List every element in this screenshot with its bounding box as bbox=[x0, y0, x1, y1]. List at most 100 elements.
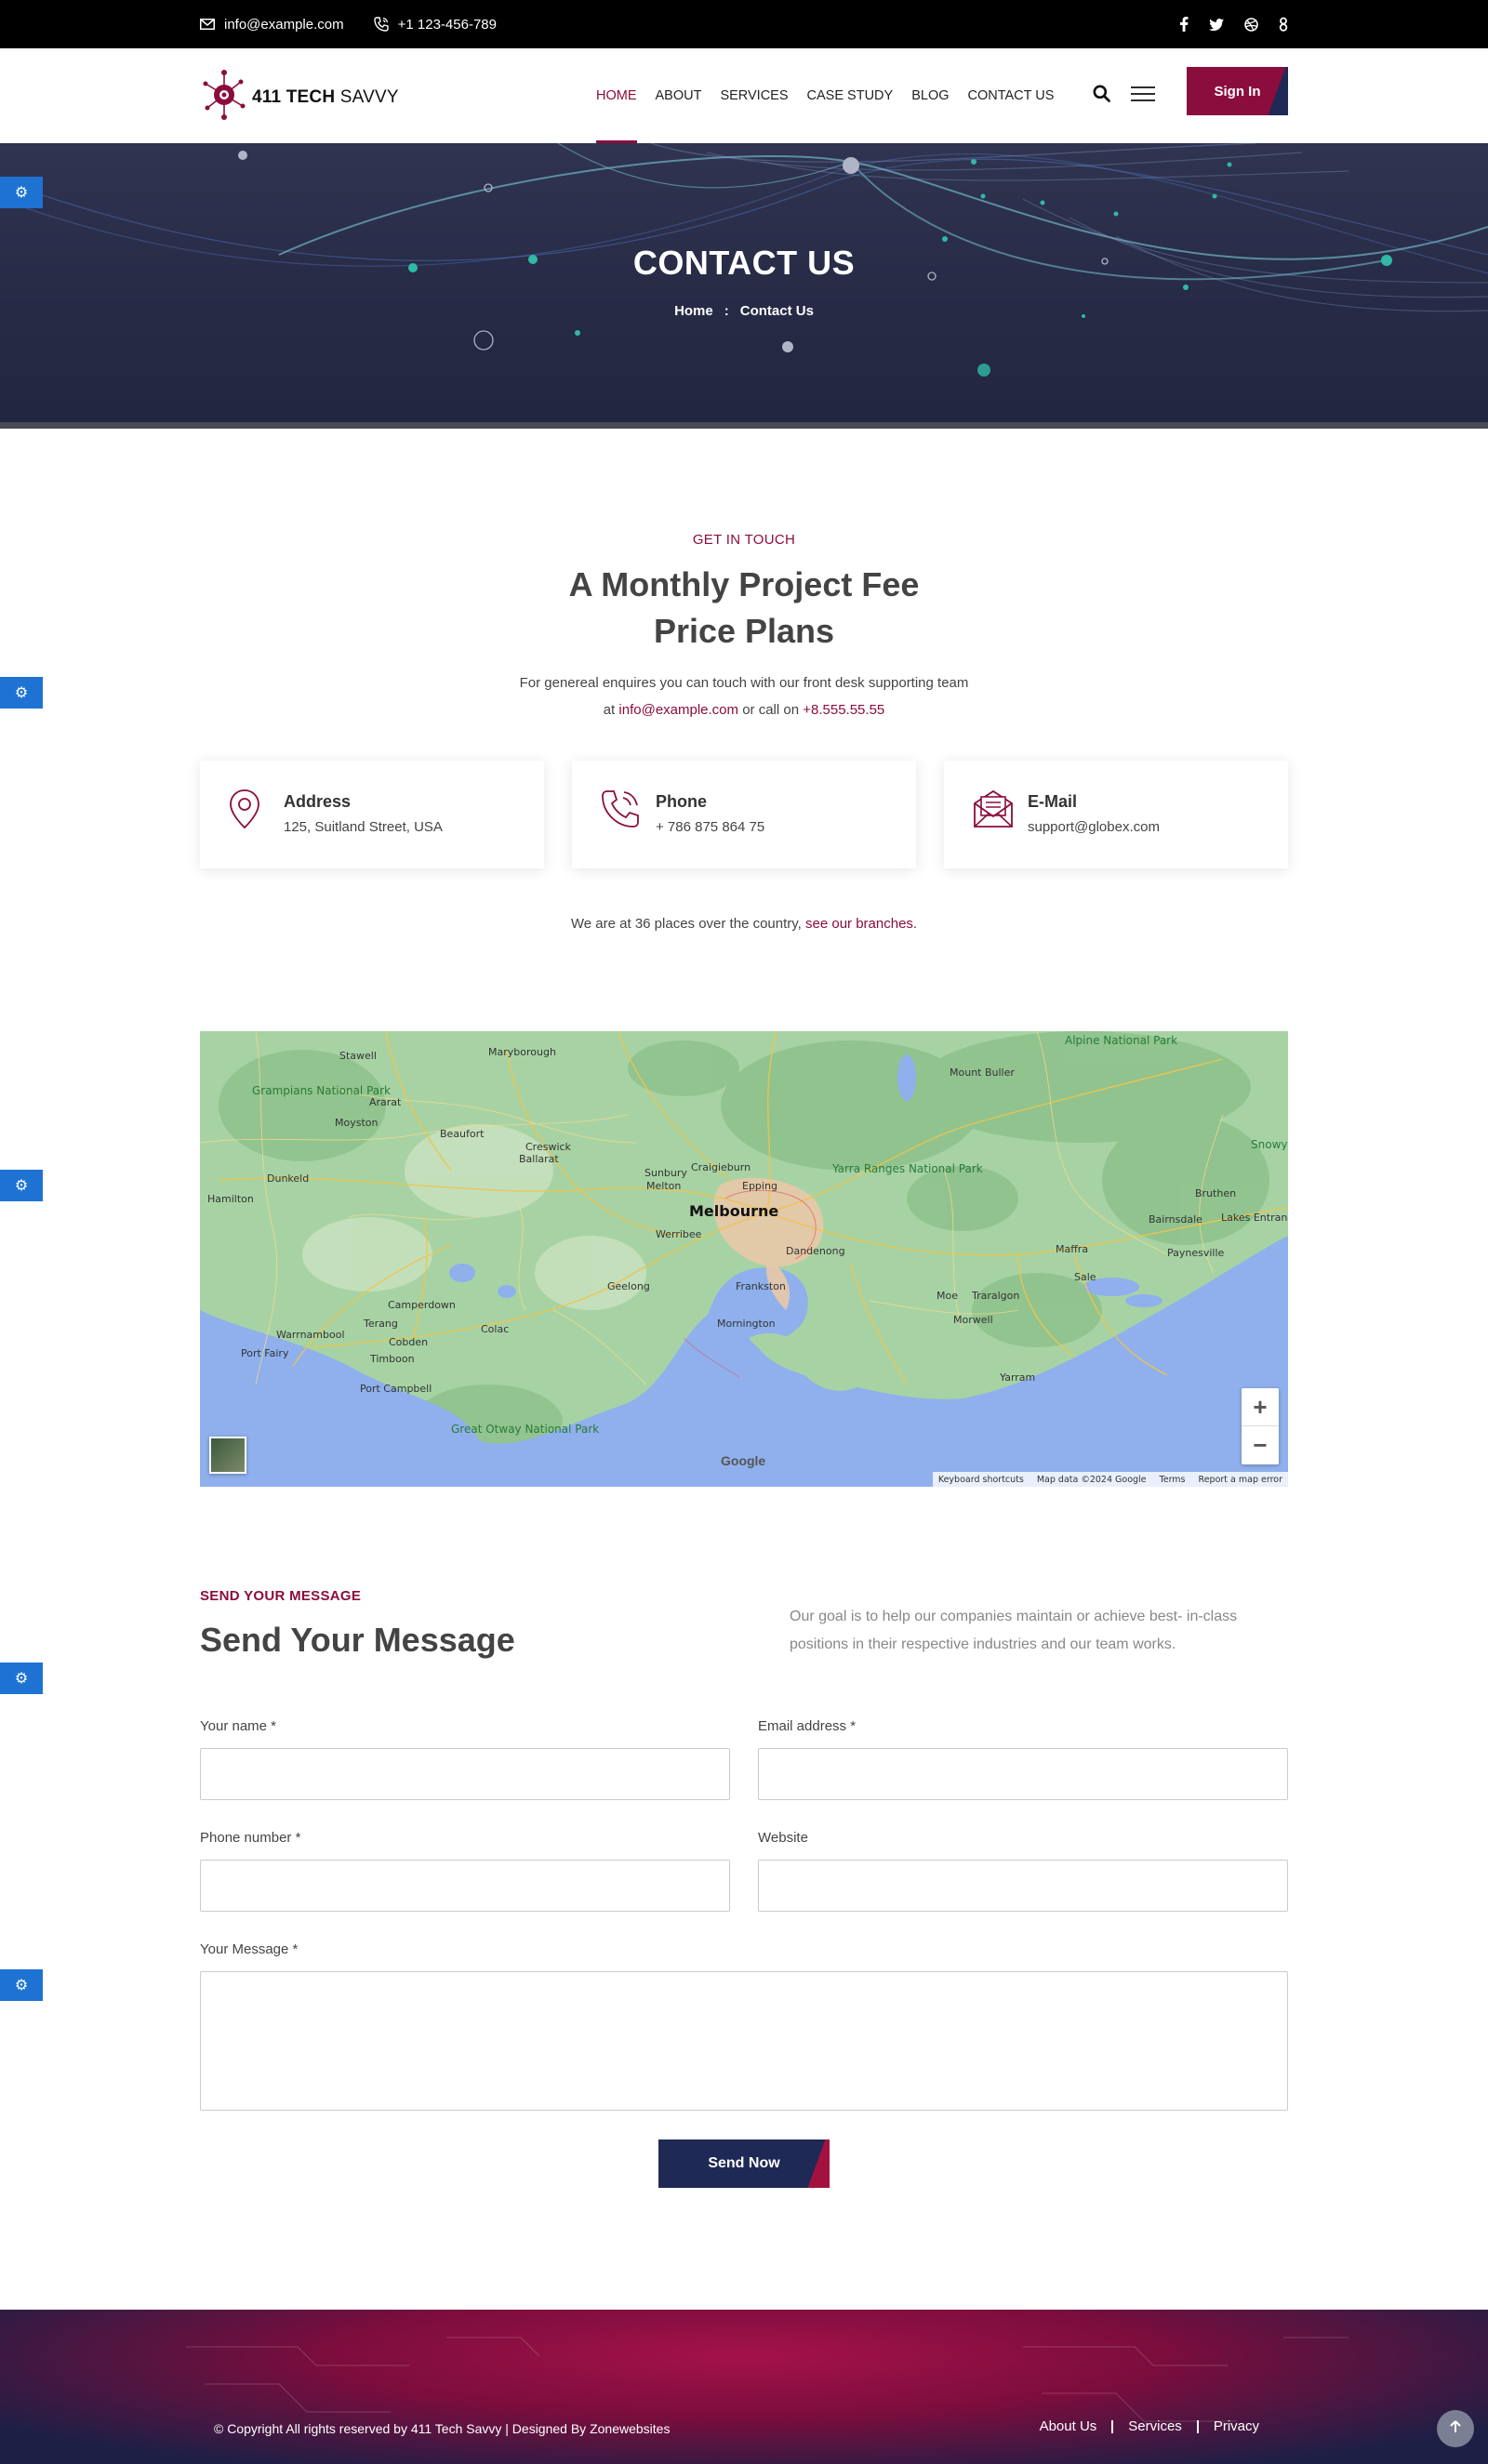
enquiry-email-link[interactable]: info@example.com bbox=[618, 702, 738, 718]
map-label: Frankston bbox=[736, 1280, 786, 1292]
map-pin-icon bbox=[228, 788, 261, 834]
message-label: Your Message * bbox=[200, 1941, 299, 1957]
map-label: Paynesville bbox=[1167, 1247, 1225, 1259]
name-field[interactable] bbox=[200, 1748, 730, 1800]
settings-tab[interactable]: ⚙ bbox=[0, 1969, 43, 2001]
email-card: E-Mail support@globex.com bbox=[944, 761, 1288, 868]
map-label: Bairnsdale bbox=[1149, 1213, 1202, 1225]
email-card-title: E-Mail bbox=[1028, 792, 1078, 811]
map-label: Ballarat bbox=[519, 1153, 559, 1165]
map-label: Warrnambool bbox=[276, 1329, 345, 1341]
map-label: Hamilton bbox=[207, 1193, 254, 1205]
map-park-label: Snowy River National Park bbox=[1251, 1139, 1288, 1150]
footer-link-about[interactable]: About Us bbox=[1025, 2419, 1112, 2433]
zoom-out-button[interactable]: − bbox=[1242, 1426, 1279, 1464]
map-label: Lakes Entrance bbox=[1221, 1212, 1288, 1224]
description-mid: or call on bbox=[742, 702, 800, 718]
website-field[interactable] bbox=[758, 1860, 1288, 1912]
email-field[interactable] bbox=[758, 1748, 1288, 1800]
branches-line: We are at 36 places over the country, se… bbox=[0, 916, 1488, 932]
description-line2: at info@example.com or call on +8.555.55… bbox=[418, 696, 1070, 723]
top-email-text: info@example.com bbox=[224, 16, 344, 33]
map-label: Cobden bbox=[389, 1336, 429, 1348]
map-park-label: Great Otway National Park bbox=[451, 1423, 600, 1436]
breadcrumb: Home: Contact Us bbox=[0, 303, 1488, 319]
map-label: Werribee bbox=[656, 1228, 702, 1240]
sign-in-button[interactable]: Sign In bbox=[1187, 67, 1288, 115]
nav-case-study[interactable]: CASE STUDY bbox=[807, 48, 894, 143]
breadcrumb-home[interactable]: Home bbox=[674, 303, 713, 319]
section-description: For genereal enquires you can touch with… bbox=[418, 669, 1070, 723]
report-error-link[interactable]: Report a map error bbox=[1199, 1475, 1282, 1485]
banner-divider bbox=[0, 422, 1488, 429]
map-label: Port Campbell bbox=[360, 1383, 432, 1395]
settings-tab[interactable]: ⚙ bbox=[0, 177, 43, 208]
nav-blog[interactable]: BLOG bbox=[911, 48, 949, 143]
description-line1: For genereal enquires you can touch with… bbox=[519, 675, 969, 691]
map-label: Sale bbox=[1074, 1271, 1096, 1283]
send-now-button[interactable]: Send Now bbox=[658, 2139, 830, 2188]
map-label: Moe bbox=[937, 1290, 958, 1302]
nav-home[interactable]: HOME bbox=[596, 48, 637, 143]
twitter-icon[interactable] bbox=[1209, 18, 1224, 31]
nav-contact-us[interactable]: CONTACT US bbox=[968, 48, 1055, 143]
google-plus-icon[interactable] bbox=[1279, 17, 1288, 32]
facebook-icon[interactable] bbox=[1179, 17, 1189, 32]
top-email[interactable]: info@example.com bbox=[200, 17, 344, 33]
gear-icon: ⚙ bbox=[14, 1978, 29, 1994]
dribbble-icon[interactable] bbox=[1244, 17, 1258, 32]
logo[interactable]: 411 TECH SAVVY bbox=[200, 67, 399, 127]
map-label: Melton bbox=[646, 1180, 682, 1192]
map-label: Sunbury bbox=[644, 1167, 687, 1179]
page-title: CONTACT US bbox=[632, 244, 856, 282]
logo-icon bbox=[200, 67, 248, 127]
top-bar: info@example.com +1 123-456-789 bbox=[0, 0, 1488, 48]
search-icon[interactable] bbox=[1093, 85, 1110, 107]
website-label: Website bbox=[758, 1830, 808, 1846]
header-icons bbox=[1093, 48, 1155, 143]
phone-icon bbox=[373, 17, 389, 32]
top-phone-text: +1 123-456-789 bbox=[397, 16, 497, 33]
breadcrumb-current: Contact Us bbox=[739, 303, 814, 319]
gear-icon: ⚙ bbox=[14, 185, 29, 201]
map-label: Stawell bbox=[339, 1050, 377, 1062]
keyboard-shortcuts-link[interactable]: Keyboard shortcuts bbox=[938, 1475, 1024, 1485]
nav-about[interactable]: ABOUT bbox=[656, 48, 702, 143]
google-map[interactable]: Stawell Maryborough Ararat Moyston Beauf… bbox=[200, 1031, 1288, 1487]
address-card-value: 125, Suitland Street, USA bbox=[284, 819, 443, 835]
terms-link[interactable]: Terms bbox=[1160, 1475, 1186, 1485]
section-title-line2: Price Plans bbox=[653, 612, 835, 650]
zoom-in-button[interactable]: + bbox=[1242, 1388, 1279, 1426]
map-label: Craigieburn bbox=[691, 1161, 751, 1173]
map-label: Traralgon bbox=[972, 1290, 1020, 1302]
settings-tab[interactable]: ⚙ bbox=[0, 1170, 43, 1201]
nav-services[interactable]: SERVICES bbox=[720, 48, 788, 143]
google-logo: Google bbox=[721, 1453, 766, 1468]
settings-tab[interactable]: ⚙ bbox=[0, 677, 43, 709]
scroll-to-top-button[interactable] bbox=[1437, 2410, 1474, 2447]
enquiry-phone-link[interactable]: +8.555.55.55 bbox=[803, 702, 884, 718]
branches-link[interactable]: see our branches. bbox=[805, 916, 917, 932]
description-prefix: at bbox=[603, 702, 616, 718]
name-label: Your name * bbox=[200, 1718, 277, 1734]
map-label: Terang bbox=[364, 1318, 398, 1330]
social-links bbox=[1179, 0, 1288, 48]
map-label: Geelong bbox=[607, 1280, 650, 1292]
network-background bbox=[0, 143, 1488, 377]
form-note: Our goal is to help our companies mainta… bbox=[790, 1609, 1238, 1652]
satellite-toggle[interactable] bbox=[209, 1437, 246, 1474]
phone-field[interactable] bbox=[200, 1860, 730, 1912]
top-phone[interactable]: +1 123-456-789 bbox=[373, 16, 497, 33]
hamburger-menu-icon[interactable] bbox=[1131, 85, 1155, 108]
address-card: Address 125, Suitland Street, USA bbox=[200, 761, 544, 868]
section-title-line1: A Monthly Project Fee bbox=[568, 565, 920, 603]
map-label: Beaufort bbox=[440, 1128, 485, 1140]
branches-text: We are at 36 places over the country, bbox=[570, 916, 802, 932]
settings-tab[interactable]: ⚙ bbox=[0, 1663, 43, 1694]
message-field[interactable] bbox=[200, 1971, 1288, 2111]
map-label: Colac bbox=[481, 1323, 510, 1335]
map-label: Creswick bbox=[525, 1141, 571, 1153]
footer-link-privacy[interactable]: Privacy bbox=[1196, 2419, 1274, 2433]
map-park-label: Grampians National Park bbox=[252, 1084, 392, 1097]
footer-link-services[interactable]: Services bbox=[1111, 2419, 1197, 2433]
